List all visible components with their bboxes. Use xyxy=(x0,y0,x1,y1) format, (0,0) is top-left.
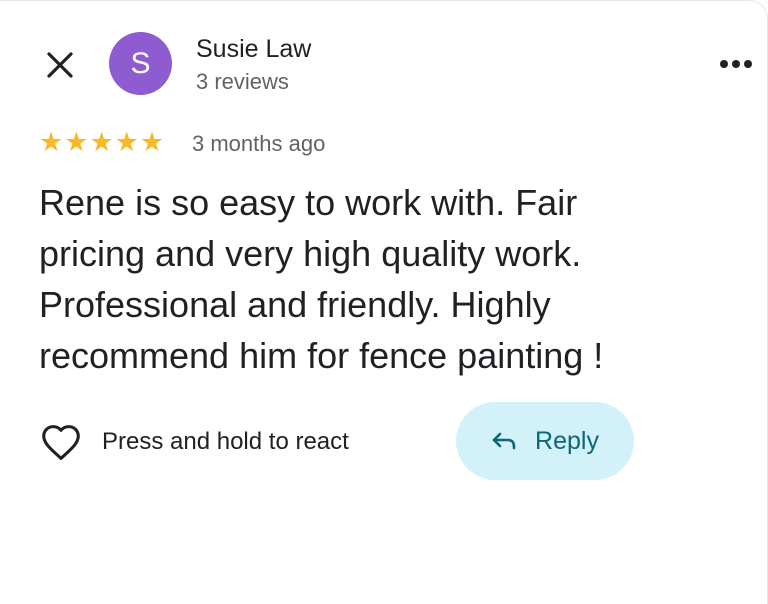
review-date: 3 months ago xyxy=(192,131,326,156)
reply-arrow-icon xyxy=(492,432,516,450)
more-horizontal-icon xyxy=(720,60,752,68)
review-card: S Susie Law 3 reviews ★ ★ ★ ★ ★ 3 months ago… xyxy=(0,0,768,604)
reply-label: Reply xyxy=(535,426,599,455)
star-icon: ★ xyxy=(89,127,114,158)
close-button[interactable] xyxy=(40,45,80,85)
star-rating: ★ ★ ★ ★ ★ xyxy=(39,128,164,158)
close-icon xyxy=(47,52,73,78)
avatar-letter: S xyxy=(130,46,151,80)
star-icon: ★ xyxy=(114,127,139,158)
react-label: Press and hold to react xyxy=(102,428,349,455)
reviewer-review-count: 3 reviews xyxy=(196,69,289,94)
review-text: Rene is so easy to work with. Fair prici… xyxy=(39,182,604,376)
star-icon: ★ xyxy=(139,127,165,158)
react-button[interactable]: Press and hold to react xyxy=(40,419,349,465)
reply-button[interactable]: Reply xyxy=(456,402,634,480)
avatar[interactable]: S xyxy=(109,32,172,95)
star-icon: ★ xyxy=(64,127,89,158)
reviewer-name[interactable]: Susie Law xyxy=(196,35,311,64)
more-options-button[interactable] xyxy=(716,51,756,77)
star-icon: ★ xyxy=(39,127,64,158)
heart-outline-icon xyxy=(42,425,80,460)
